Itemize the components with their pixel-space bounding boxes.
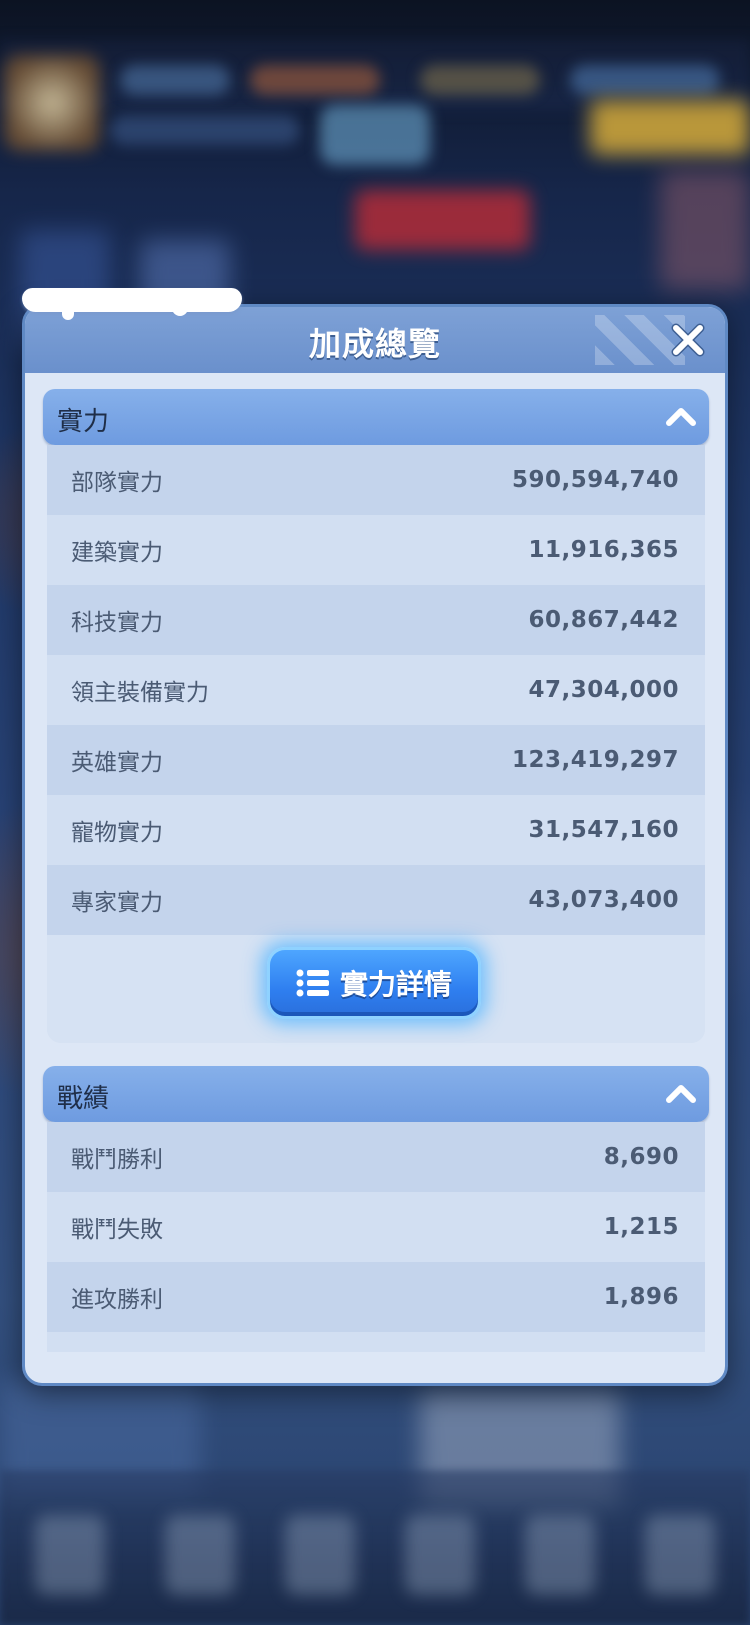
row-value: 590,594,740 (511, 467, 679, 493)
row-value: 8,690 (603, 1144, 679, 1170)
blurred-nav-button (645, 1515, 715, 1595)
row-value: 1,896 (603, 1284, 679, 1310)
blurred-nav-button (285, 1515, 355, 1595)
dialog-header: 加成總覽 (25, 307, 725, 373)
row-label: 建築實力 (71, 540, 163, 566)
blurred-event-banner (590, 100, 750, 155)
row-label: 進攻勝利 (71, 1287, 163, 1313)
power-row-heroes: 英雄實力 123,419,297 (47, 725, 705, 795)
blurred-avatar (4, 55, 100, 151)
record-section-header[interactable]: 戰績 (43, 1066, 709, 1122)
chevron-up-icon (666, 1085, 696, 1103)
close-button[interactable] (667, 319, 709, 361)
row-label: 英雄實力 (71, 750, 163, 776)
blurred-nav-button (165, 1515, 235, 1595)
record-section-title: 戰績 (57, 1084, 110, 1114)
row-label: 領主裝備實力 (71, 680, 209, 706)
row-label: 戰鬥失敗 (71, 1217, 163, 1243)
dialog-title: 加成總覽 (308, 325, 441, 363)
power-row-pets: 寵物實力 31,547,160 (47, 795, 705, 865)
power-details-label: 實力詳情 (339, 968, 452, 1001)
blurred-resource (120, 65, 230, 95)
bonus-overview-dialog: 加成總覽 實力 部隊實力 590,594,740 建築實力 11,916,365… (22, 304, 728, 1386)
blurred-nav-button (525, 1515, 595, 1595)
row-value: 47,304,000 (528, 677, 679, 703)
blurred-name (110, 115, 300, 145)
record-row-attack-wins: 進攻勝利 1,896 (47, 1262, 705, 1332)
power-details-button[interactable]: 實力詳情 (267, 947, 481, 1019)
power-row-troops: 部隊實力 590,594,740 (47, 445, 705, 515)
blurred-nav-button (35, 1515, 105, 1595)
record-row-battle-losses: 戰鬥失敗 1,215 (47, 1192, 705, 1262)
row-value: 11,916,365 (528, 537, 679, 563)
power-row-tech: 科技實力 60,867,442 (47, 585, 705, 655)
blurred-nav-button (405, 1515, 475, 1595)
power-section-header[interactable]: 實力 (43, 389, 709, 445)
blurred-resource (420, 65, 540, 95)
list-icon (296, 969, 329, 997)
power-section-title: 實力 (57, 407, 110, 437)
blurred-resource (570, 65, 720, 95)
row-value: 123,419,297 (511, 747, 679, 773)
row-label: 寵物實力 (71, 820, 163, 846)
blurred-sign (355, 190, 530, 250)
row-value: 43,073,400 (528, 887, 679, 913)
detail-button-area: 實力詳情 (47, 935, 705, 1043)
row-value: 60,867,442 (528, 607, 679, 633)
row-value: 1,215 (603, 1214, 679, 1240)
close-icon (671, 323, 705, 357)
blurred-badge (320, 105, 430, 165)
row-value: 31,547,160 (528, 817, 679, 843)
row-label: 專家實力 (71, 890, 163, 916)
record-row-battle-wins: 戰鬥勝利 8,690 (47, 1122, 705, 1192)
blurred-building (660, 170, 750, 290)
record-row-partial (47, 1332, 705, 1352)
row-label: 科技實力 (71, 610, 163, 636)
row-label: 戰鬥勝利 (71, 1147, 163, 1173)
power-row-lord-gear: 領主裝備實力 47,304,000 (47, 655, 705, 725)
power-row-buildings: 建築實力 11,916,365 (47, 515, 705, 585)
chevron-up-icon (666, 408, 696, 426)
record-section-body: 戰鬥勝利 8,690 戰鬥失敗 1,215 進攻勝利 1,896 (47, 1122, 705, 1352)
power-row-experts: 專家實力 43,073,400 (47, 865, 705, 935)
power-section-body: 部隊實力 590,594,740 建築實力 11,916,365 科技實力 60… (47, 445, 705, 1043)
blurred-resource (250, 65, 380, 95)
row-label: 部隊實力 (71, 470, 163, 496)
blurred-bottom-bar (0, 1470, 750, 1625)
